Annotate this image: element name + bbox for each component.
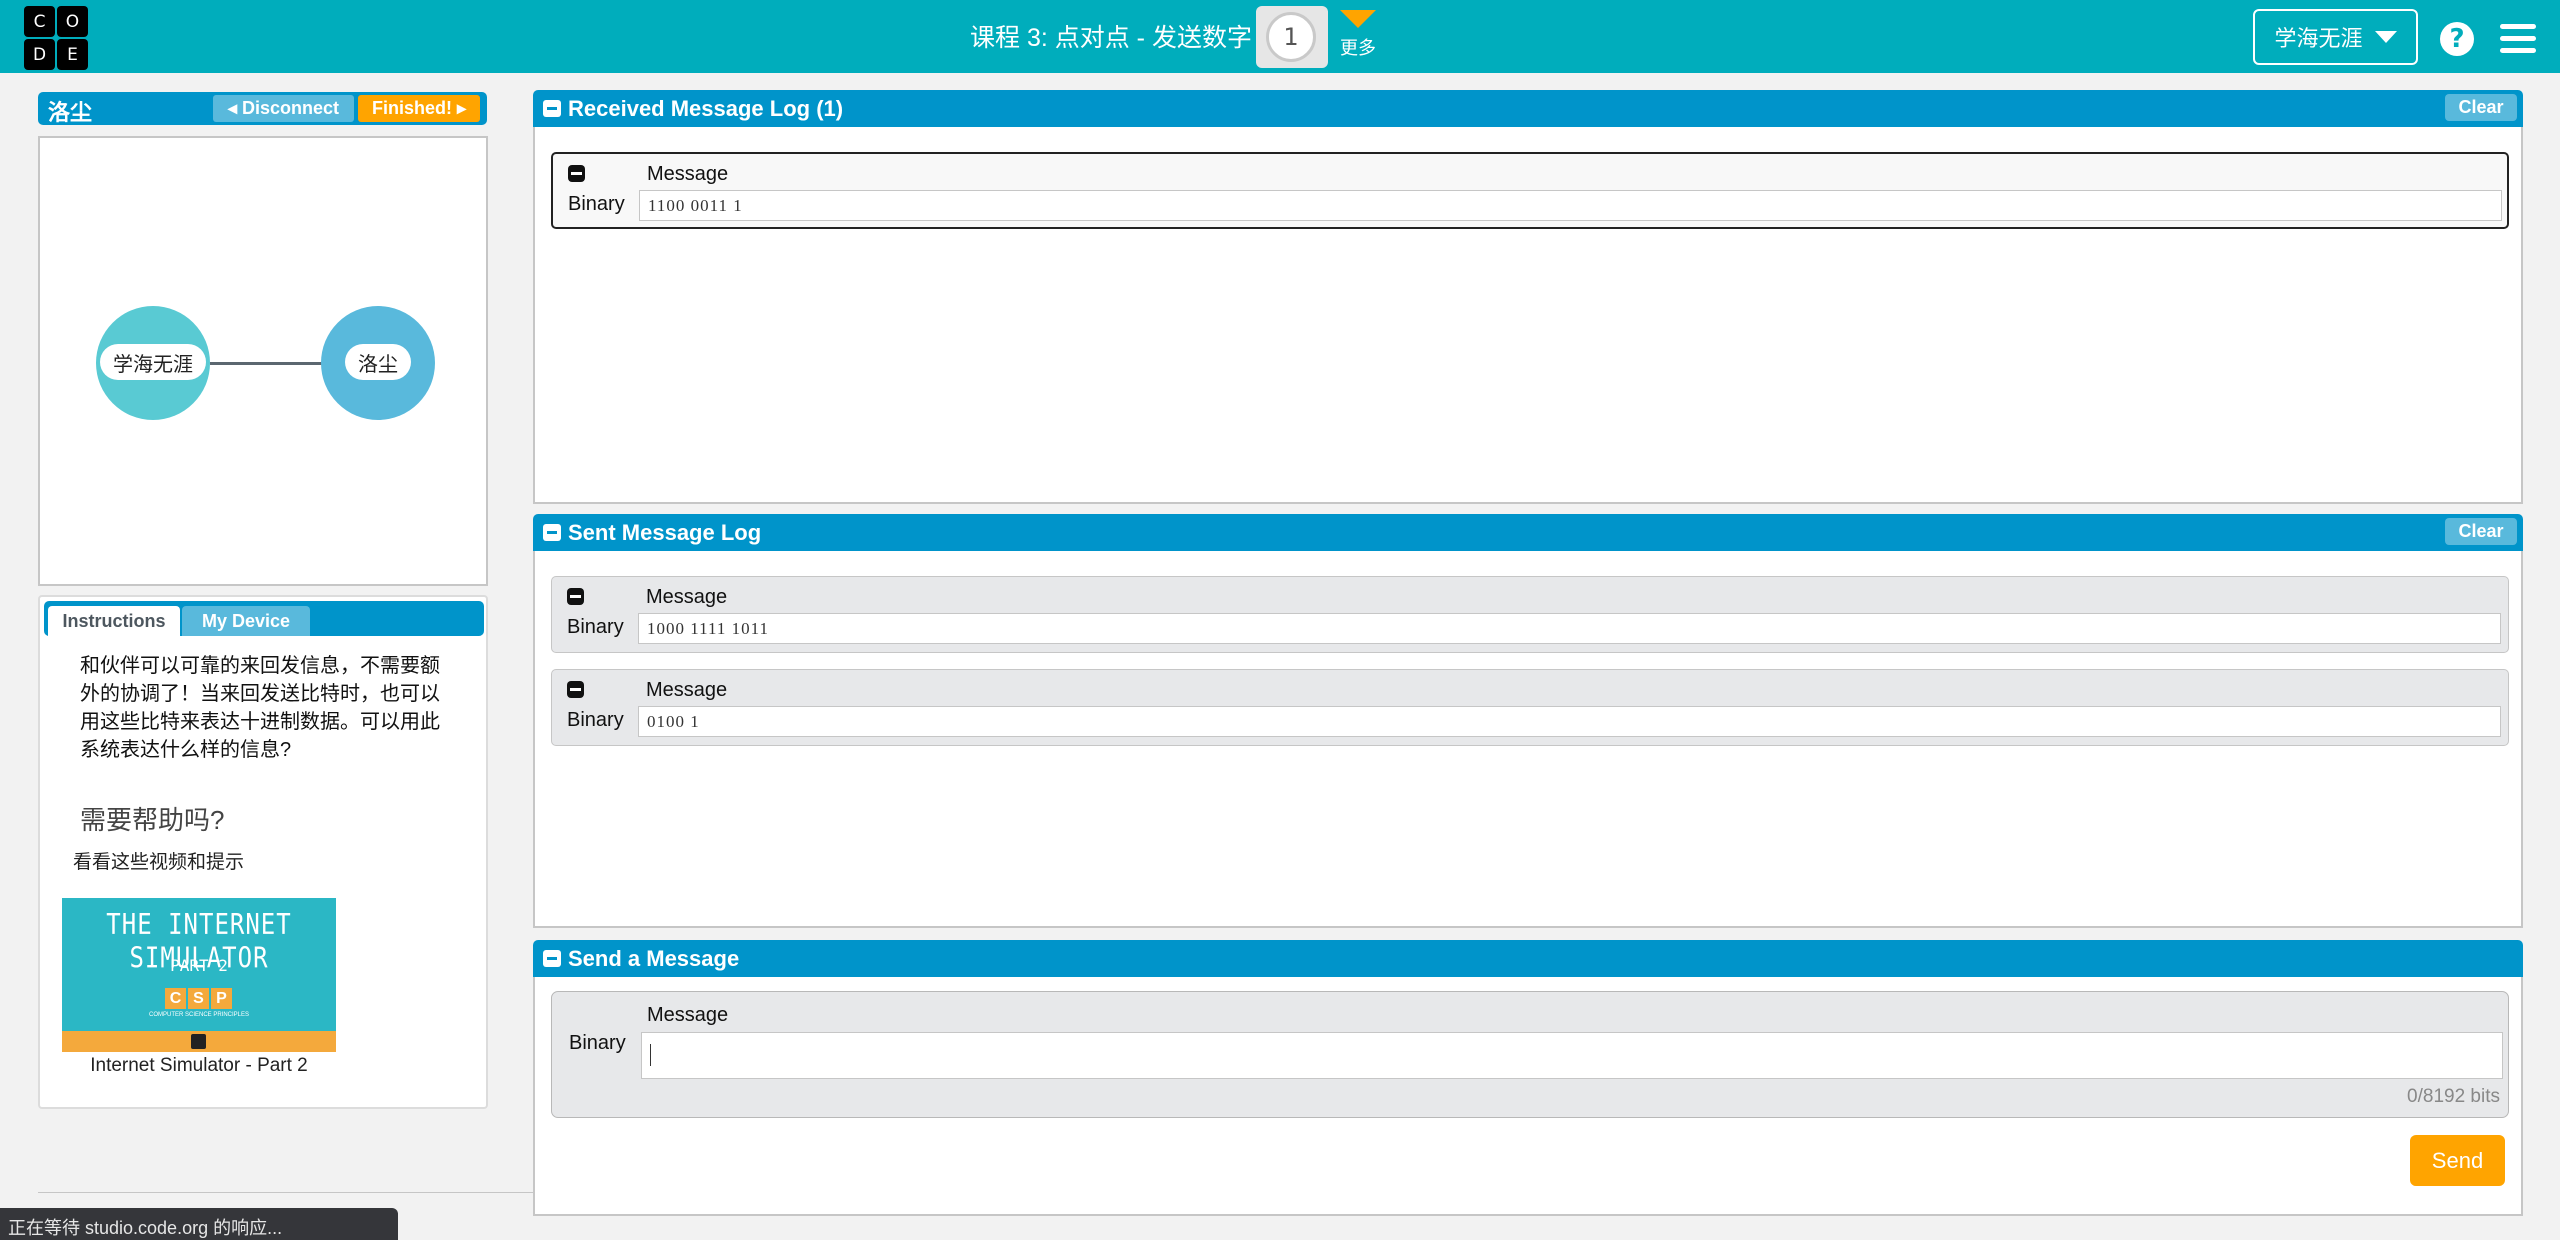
csp-letter: C: [165, 988, 186, 1009]
instructions-text: 和伙伴可以可靠的来回发信息，不需要额外的协调了！当来回发送比特时，也可以用这些比…: [80, 655, 440, 761]
level-bubble[interactable]: 1: [1266, 12, 1316, 62]
video-thumbnail[interactable]: THE INTERNET SIMULATOR PART 2 C S P COMP…: [62, 898, 336, 1052]
help-subtitle: 看看这些视频和提示: [73, 852, 245, 873]
network-node-partner: 学海无涯: [96, 306, 210, 420]
sent-message: Message Binary 0100 1: [551, 669, 2509, 746]
collapse-message-icon[interactable]: [567, 588, 584, 605]
tab-instructions[interactable]: Instructions: [48, 606, 180, 636]
received-message: Message Binary 1100 0011 1: [551, 152, 2509, 229]
csp-letter: P: [211, 988, 232, 1009]
sent-log-body: Message Binary 1000 1111 1011 Message Bi…: [533, 551, 2523, 928]
thumb-footer: [62, 1031, 336, 1052]
caret-right-icon: ▸: [456, 98, 467, 118]
encoding-label: Binary: [567, 616, 624, 638]
node-label: 学海无涯: [100, 344, 206, 380]
top-bar: C O D E 课程 3: 点对点 - 发送数字 1 更多 学海无涯 ?: [0, 0, 2560, 73]
browser-status-bar: 正在等待 studio.code.org 的响应...: [0, 1208, 398, 1240]
csp-subtitle: COMPUTER SCIENCE PRINCIPLES: [148, 1012, 250, 1018]
sent-message: Message Binary 1000 1111 1011: [551, 576, 2509, 653]
thumb-part: PART 2: [170, 956, 228, 975]
tab-bar: Instructions My Device: [44, 601, 484, 636]
divider: [38, 1192, 555, 1193]
network-node-self: 洛尘: [321, 306, 435, 420]
received-log-title: Received Message Log (1): [568, 96, 844, 121]
user-menu-button[interactable]: 学海无涯: [2253, 9, 2418, 65]
bit-counter: 0/8192 bits: [2407, 1086, 2500, 1107]
help-title: 需要帮助吗?: [80, 805, 225, 835]
csp-letter: S: [188, 988, 209, 1009]
received-log-body: Message Binary 1100 0011 1: [533, 127, 2523, 504]
dropdown-triangle-icon: [1340, 10, 1376, 28]
clear-received-button[interactable]: Clear: [2445, 94, 2517, 121]
logo-letter: E: [57, 39, 88, 70]
logo-letter: C: [24, 6, 55, 37]
send-panel-title: Send a Message: [568, 946, 740, 971]
node-header: 洛尘 ◂ Disconnect Finished! ▸: [38, 92, 487, 125]
message-value: 1000 1111 1011: [638, 613, 2501, 644]
collapse-icon[interactable]: [543, 100, 561, 117]
more-label: 更多: [1340, 38, 1376, 58]
caret-down-icon: [2374, 31, 2397, 43]
lesson-title: 课程 3: 点对点 - 发送数字: [970, 24, 1252, 52]
logo-letter: O: [57, 6, 88, 37]
help-icon[interactable]: ?: [2440, 22, 2474, 56]
code-logo-icon: [191, 1034, 206, 1049]
csp-badge: C S P: [165, 988, 232, 1009]
level-progress[interactable]: 1: [1256, 6, 1328, 68]
tab-my-device[interactable]: My Device: [182, 606, 310, 636]
network-diagram: 学海无涯 洛尘: [38, 136, 488, 586]
encoding-label: Binary: [569, 1032, 626, 1054]
collapse-message-icon[interactable]: [568, 165, 585, 182]
node-name: 洛尘: [48, 100, 93, 125]
message-value: 1100 0011 1: [639, 190, 2502, 221]
send-panel-header: Send a Message: [533, 940, 2523, 977]
more-button[interactable]: 更多: [1338, 10, 1378, 60]
collapse-icon[interactable]: [543, 524, 561, 541]
message-column-label: Message: [646, 586, 728, 608]
clear-sent-button[interactable]: Clear: [2445, 518, 2517, 545]
message-value: 0100 1: [638, 706, 2501, 737]
finished-label: Finished!: [371, 98, 452, 118]
disconnect-button[interactable]: ◂ Disconnect: [213, 95, 354, 122]
caret-left-icon: ◂: [227, 98, 237, 118]
video-caption[interactable]: Internet Simulator - Part 2: [62, 1055, 336, 1077]
network-link: [210, 362, 325, 365]
message-column-label: Message: [647, 163, 729, 185]
hamburger-menu-icon[interactable]: [2500, 24, 2536, 54]
message-input[interactable]: [641, 1032, 2503, 1079]
compose-box: Message Binary 0/8192 bits: [551, 991, 2509, 1118]
message-column-label: Message: [646, 679, 728, 701]
code-org-logo[interactable]: C O D E: [24, 6, 88, 70]
message-column-label: Message: [647, 1004, 729, 1026]
sent-log-title: Sent Message Log: [568, 520, 762, 545]
text-cursor: [650, 1044, 651, 1066]
encoding-label: Binary: [568, 193, 625, 215]
sent-log-header: Sent Message Log Clear: [533, 514, 2523, 551]
logo-letter: D: [24, 39, 55, 70]
send-button[interactable]: Send: [2410, 1135, 2505, 1186]
encoding-label: Binary: [567, 709, 624, 731]
node-label: 洛尘: [345, 344, 411, 380]
send-panel-body: Message Binary 0/8192 bits Send: [533, 977, 2523, 1216]
collapse-icon[interactable]: [543, 950, 561, 967]
collapse-message-icon[interactable]: [567, 681, 584, 698]
instructions-panel: Instructions My Device 和伙伴可以可靠的来回发信息，不需要…: [38, 595, 488, 1109]
disconnect-label: Disconnect: [242, 98, 340, 118]
received-log-header: Received Message Log (1) Clear: [533, 90, 2523, 127]
user-name: 学海无涯: [2274, 26, 2363, 51]
finished-button[interactable]: Finished! ▸: [358, 95, 480, 122]
